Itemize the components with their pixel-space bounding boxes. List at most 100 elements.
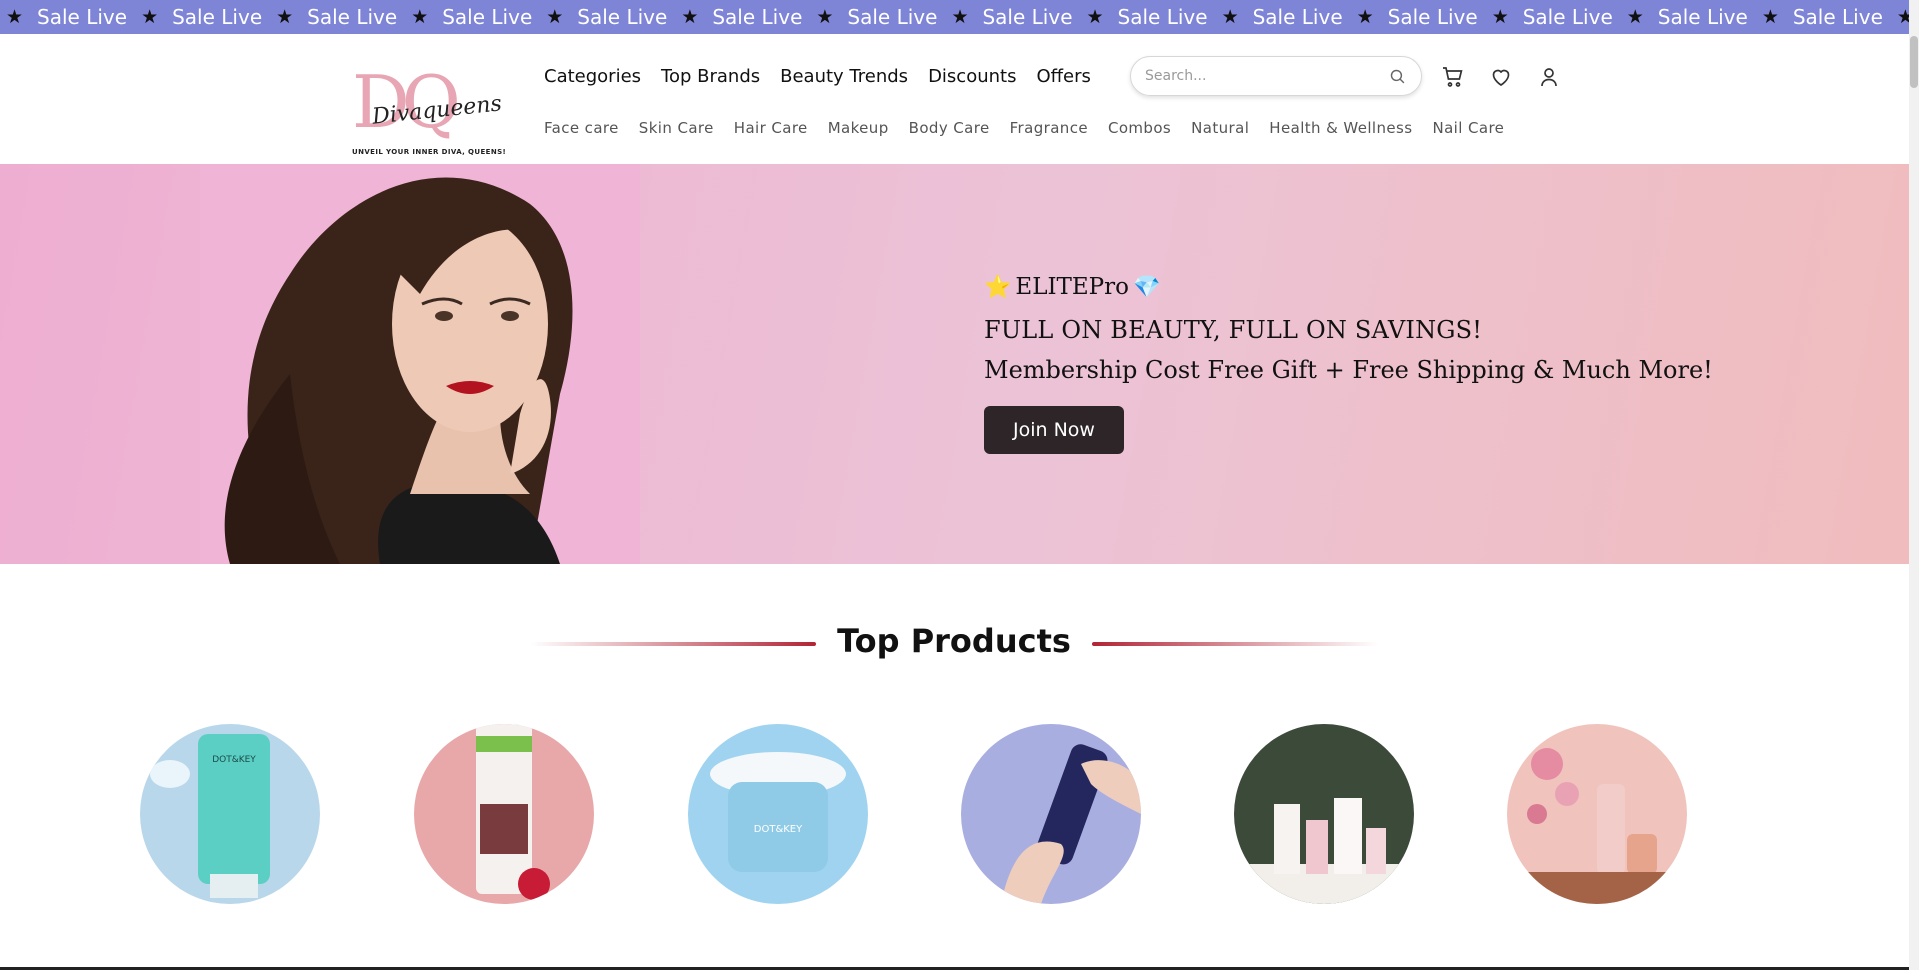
category-health-wellness[interactable]: Health & Wellness <box>1269 119 1412 137</box>
marquee-label: Sale Live <box>712 5 803 29</box>
product-thumb-serum[interactable] <box>961 724 1141 904</box>
diamond-icon: 💎 <box>1133 274 1161 300</box>
marquee-label: Sale Live <box>982 5 1073 29</box>
star-icon: ★ <box>816 6 834 28</box>
category-skin-care[interactable]: Skin Care <box>639 119 714 137</box>
star-icon: ★ <box>1356 6 1374 28</box>
star-icon: ★ <box>1221 6 1239 28</box>
brand-logo[interactable]: DQ Divaqueens UNVEIL YOUR INNER DIVA, QU… <box>350 56 506 176</box>
star-icon: ★ <box>141 6 159 28</box>
top-products-carousel: DOT&KEY DOT&KEY <box>0 724 1909 904</box>
sale-marquee: ★ Sale Live ★ Sale Live ★ Sale Live ★ Sale Live… <box>0 0 1919 34</box>
star-icon: ★ <box>1491 6 1509 28</box>
star-icon: ★ <box>1086 6 1104 28</box>
marquee-item: ★ Sale Live <box>397 5 532 29</box>
heart-icon[interactable] <box>1488 64 1514 90</box>
cart-icon[interactable] <box>1440 64 1466 90</box>
marquee-item: ★ Sale Live <box>667 5 802 29</box>
hero-subline: Membership Cost Free Gift + Free Shippin… <box>984 356 1713 384</box>
category-nav: Face care Skin Care Hair Care Makeup Bod… <box>544 119 1504 137</box>
hero-membership-badge: ⭐ ELITEPro 💎 <box>984 274 1713 300</box>
marquee-track: ★ Sale Live ★ Sale Live ★ Sale Live ★ Sale Live… <box>0 0 1919 34</box>
marquee-label: Sale Live <box>1117 5 1208 29</box>
header-icons <box>1440 64 1562 90</box>
product-thumb-skincare-set[interactable] <box>1234 724 1414 904</box>
product-image <box>961 724 1141 904</box>
marquee-label: Sale Live <box>577 5 668 29</box>
star-icon: ★ <box>681 6 699 28</box>
star-icon: ★ <box>546 6 564 28</box>
star-icon: ★ <box>6 6 24 28</box>
logo-tagline: UNVEIL YOUR INNER DIVA, QUEENS! <box>352 148 507 156</box>
category-hair-care[interactable]: Hair Care <box>734 119 808 137</box>
marquee-label: Sale Live <box>1792 5 1883 29</box>
top-products-header: Top Products <box>0 620 1909 670</box>
search-icon[interactable] <box>1387 66 1407 86</box>
star-icon: ⭐ <box>984 274 1012 300</box>
marquee-label: Sale Live <box>172 5 263 29</box>
marquee-label: Sale Live <box>1387 5 1478 29</box>
marquee-item: ★ Sale Live <box>1208 5 1343 29</box>
marquee-item: ★ Sale Live <box>802 5 937 29</box>
star-icon: ★ <box>411 6 429 28</box>
marquee-item: ★ Sale Live <box>937 5 1072 29</box>
join-now-button[interactable]: Join Now <box>984 406 1124 454</box>
hero-copy: ⭐ ELITEPro 💎 FULL ON BEAUTY, FULL ON SAV… <box>984 274 1713 454</box>
product-thumb-hydrating-gel[interactable]: DOT&KEY <box>688 724 868 904</box>
marquee-item: ★ Sale Live <box>262 5 397 29</box>
star-icon: ★ <box>1761 6 1779 28</box>
nav-top-brands[interactable]: Top Brands <box>661 66 760 87</box>
site-header: DQ Divaqueens UNVEIL YOUR INNER DIVA, QU… <box>0 34 1909 164</box>
marquee-label: Sale Live <box>1657 5 1748 29</box>
category-fragrance[interactable]: Fragrance <box>1010 119 1088 137</box>
svg-text:DOT&KEY: DOT&KEY <box>212 755 256 765</box>
marquee-label: Sale Live <box>307 5 398 29</box>
hero-banner[interactable]: ⭐ ELITEPro 💎 FULL ON BEAUTY, FULL ON SAV… <box>0 164 1909 564</box>
hero-model-photo <box>200 164 640 564</box>
product-image <box>414 724 594 904</box>
product-image: DOT&KEY <box>140 724 320 904</box>
user-icon[interactable] <box>1536 64 1562 90</box>
category-body-care[interactable]: Body Care <box>909 119 990 137</box>
svg-text:DOT&KEY: DOT&KEY <box>754 824 803 835</box>
marquee-item: ★ Sale Live <box>532 5 667 29</box>
marquee-label: Sale Live <box>847 5 938 29</box>
hero-headline: FULL ON BEAUTY, FULL ON SAVINGS! <box>984 316 1483 344</box>
title-divider-left <box>530 642 816 646</box>
star-icon: ★ <box>1626 6 1644 28</box>
product-thumb-body-lotion[interactable]: DOT&KEY <box>140 724 320 904</box>
marquee-item: ★ Sale Live <box>1343 5 1478 29</box>
nav-beauty-trends[interactable]: Beauty Trends <box>780 66 908 87</box>
nav-offers[interactable]: Offers <box>1036 66 1090 87</box>
search-input[interactable] <box>1145 68 1387 84</box>
hero-badge-label: ELITEPro <box>1015 274 1130 300</box>
section-title: Top Products <box>837 622 1071 660</box>
marquee-item: ★ Sale Live <box>1478 5 1613 29</box>
nav-categories[interactable]: Categories <box>544 66 641 87</box>
category-combos[interactable]: Combos <box>1108 119 1171 137</box>
star-icon: ★ <box>951 6 969 28</box>
product-image <box>1234 724 1414 904</box>
marquee-item: ★ Sale Live <box>1748 5 1883 29</box>
product-thumb-fragrance-set[interactable] <box>1507 724 1687 904</box>
category-face-care[interactable]: Face care <box>544 119 619 137</box>
marquee-item: ★ Sale Live <box>1613 5 1748 29</box>
product-image <box>1507 724 1687 904</box>
marquee-label: Sale Live <box>1252 5 1343 29</box>
search-box <box>1130 56 1422 96</box>
marquee-item: ★ Sale Live <box>0 5 127 29</box>
product-image: DOT&KEY <box>688 724 868 904</box>
marquee-item: ★ Sale Live <box>127 5 262 29</box>
marquee-label: Sale Live <box>442 5 533 29</box>
marquee-label: Sale Live <box>37 5 128 29</box>
category-makeup[interactable]: Makeup <box>828 119 889 137</box>
product-thumb-face-wash[interactable] <box>414 724 594 904</box>
primary-nav: Categories Top Brands Beauty Trends Disc… <box>544 66 1091 87</box>
scrollbar-thumb[interactable] <box>1910 36 1918 88</box>
marquee-item: ★ Sale Live <box>1073 5 1208 29</box>
category-natural[interactable]: Natural <box>1191 119 1249 137</box>
nav-discounts[interactable]: Discounts <box>928 66 1016 87</box>
category-nail-care[interactable]: Nail Care <box>1432 119 1504 137</box>
marquee-label: Sale Live <box>1522 5 1613 29</box>
page-scrollbar[interactable] <box>1909 0 1919 970</box>
